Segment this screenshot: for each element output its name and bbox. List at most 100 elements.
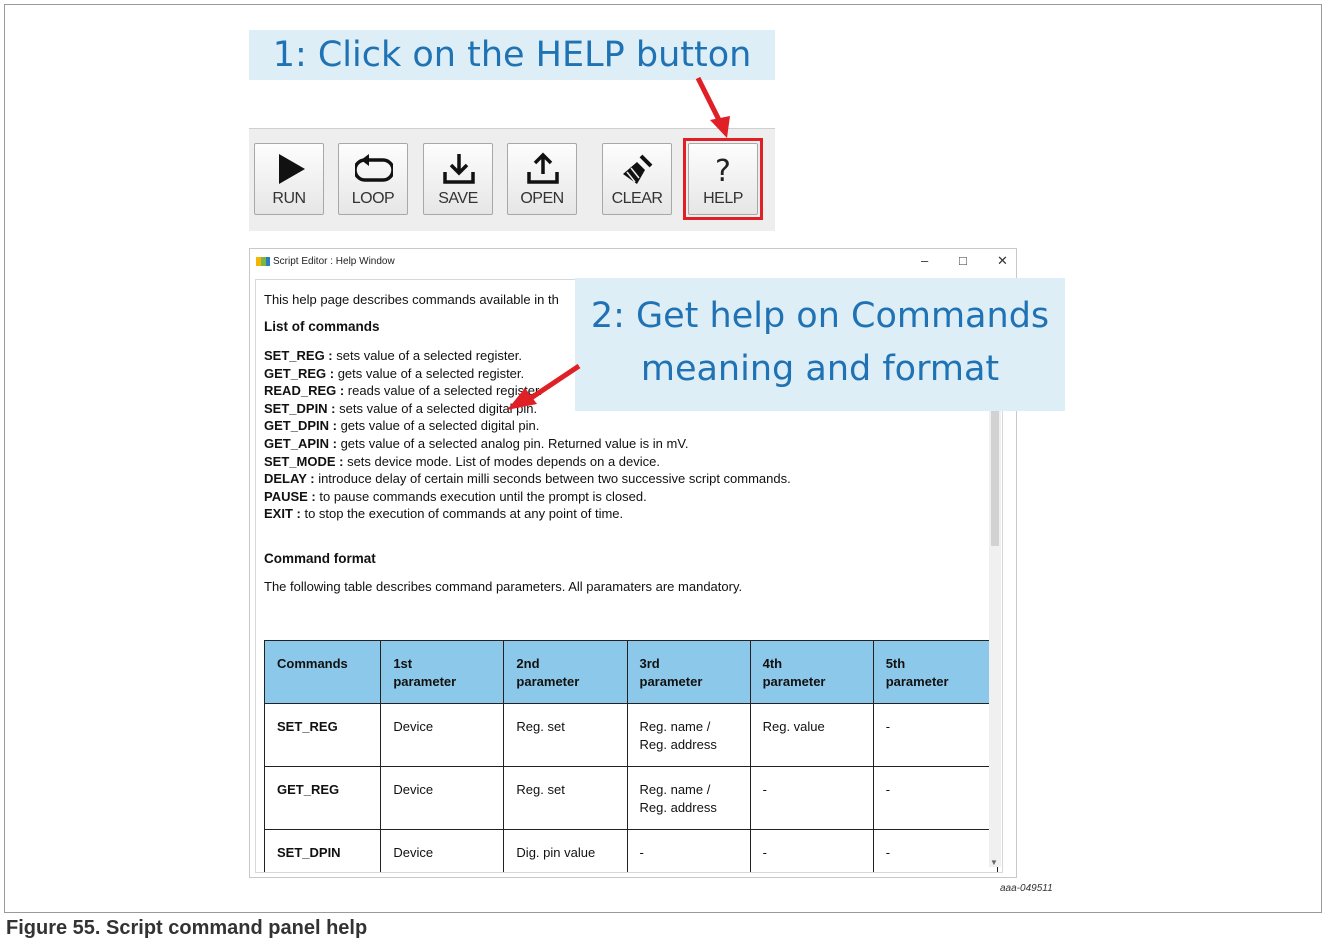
run-button[interactable]: RUN bbox=[254, 143, 324, 215]
cell-line-1: - bbox=[885, 782, 891, 797]
command-description: sets device mode. List of modes depends … bbox=[343, 453, 660, 469]
loop-icon bbox=[355, 154, 393, 182]
table-header-cell: 5th parameter bbox=[872, 640, 999, 704]
upload-icon bbox=[527, 152, 559, 184]
header-line-1: 2nd bbox=[516, 656, 540, 671]
callout-step-1: 1: Click on the HELP button bbox=[249, 30, 775, 80]
cell-line-1: Reg. set bbox=[516, 719, 565, 734]
table-cell: - bbox=[872, 766, 999, 830]
table-row: GET_REG Device Reg. set Reg. name / Reg. add… bbox=[263, 766, 999, 830]
cell-line-1: - bbox=[639, 845, 644, 860]
cell-line-2: Reg. address bbox=[639, 800, 717, 815]
header-line-1: 1st bbox=[393, 656, 413, 671]
cell-line-1: - bbox=[762, 845, 767, 860]
cell-line-2: Reg. address bbox=[639, 737, 717, 752]
command-description: gets value of a selected analog pin. Ret… bbox=[336, 435, 689, 451]
figure-caption: Figure 55. Script command panel help bbox=[6, 917, 368, 939]
header-line-1: 4th bbox=[762, 656, 783, 671]
cell-line-1: Reg. set bbox=[516, 782, 565, 797]
open-button[interactable]: OPEN bbox=[507, 143, 577, 215]
cell-line-1: Reg. name / bbox=[639, 782, 711, 797]
cell-line-1: Device bbox=[393, 719, 434, 734]
callout-step-2: 2: Get help on Commands meaning and form… bbox=[575, 278, 1065, 411]
table-cell: - bbox=[626, 829, 751, 872]
list-of-commands-heading: List of commands bbox=[264, 319, 380, 334]
table-cell: - bbox=[872, 829, 999, 872]
callout-step-2-line-1: 2: Get help on Commands bbox=[590, 296, 1050, 336]
table-header-cell: Commands bbox=[263, 640, 382, 704]
table-cell: Reg. name / Reg. address bbox=[626, 703, 751, 767]
clear-button[interactable]: CLEAR bbox=[602, 143, 672, 215]
scroll-down-arrow-icon[interactable]: ▼ bbox=[990, 858, 998, 867]
save-button[interactable]: SAVE bbox=[423, 143, 493, 215]
table-cell: Device bbox=[380, 766, 505, 830]
command-name: SET_REG : bbox=[264, 348, 333, 363]
save-label: SAVE bbox=[438, 190, 478, 207]
open-label: OPEN bbox=[520, 190, 564, 207]
command-description: to stop the execution of commands at any… bbox=[300, 506, 624, 522]
table-cell: - bbox=[749, 829, 874, 872]
cell-line-1: Device bbox=[393, 782, 434, 797]
header-line-1: Commands bbox=[277, 656, 348, 671]
cell-line-1: - bbox=[885, 845, 891, 860]
header-line-1: 3rd bbox=[639, 656, 660, 671]
table-header-cell: 2nd parameter bbox=[503, 640, 628, 704]
cell-line-1: SET_DPIN bbox=[277, 845, 341, 860]
table-header-cell: 3rd parameter bbox=[626, 640, 751, 704]
command-name: GET_REG : bbox=[264, 365, 335, 381]
minimize-button[interactable]: – bbox=[921, 253, 928, 268]
table-row: SET_DPIN Device Dig. pin value - - - bbox=[263, 829, 999, 872]
help-highlight-box bbox=[683, 138, 763, 220]
table-header-cell: 4th parameter bbox=[749, 640, 874, 704]
command-list-item: SET_MODE : sets device mode. List of mod… bbox=[264, 453, 791, 471]
window-title: Script Editor : Help Window bbox=[273, 256, 395, 267]
clear-label: CLEAR bbox=[611, 190, 663, 207]
table-cell: - bbox=[749, 766, 874, 830]
table-cell: - bbox=[872, 703, 999, 767]
command-description: sets value of a selected register. bbox=[332, 348, 522, 363]
arrow-to-help-icon bbox=[695, 76, 730, 138]
table-cell: Device bbox=[380, 703, 505, 767]
loop-button[interactable]: LOOP bbox=[338, 143, 408, 215]
cell-line-1: Dig. pin value bbox=[516, 845, 596, 860]
command-parameter-table: Commands 1st parameter 2nd parameter 3rd param… bbox=[263, 640, 999, 872]
callout-step-2-line-2: meaning and format bbox=[640, 349, 1000, 389]
loop-label: LOOP bbox=[351, 190, 395, 207]
command-list-item: GET_APIN : gets value of a selected anal… bbox=[264, 435, 791, 453]
maximize-button[interactable]: □ bbox=[959, 253, 967, 268]
cell-line-1: GET_REG bbox=[277, 782, 340, 797]
cell-line-1: Reg. name / bbox=[639, 719, 711, 734]
header-line-2: parameter bbox=[516, 674, 580, 689]
command-name: GET_DPIN : bbox=[264, 418, 337, 434]
command-list-item: EXIT : to stop the execution of commands… bbox=[264, 505, 791, 523]
arrow-to-commands-icon bbox=[507, 363, 581, 410]
table-cell: Reg. name / Reg. address bbox=[626, 766, 751, 830]
command-name: GET_APIN : bbox=[264, 435, 337, 451]
command-description: gets value of a selected register. bbox=[334, 365, 525, 381]
command-list-item: DELAY : introduce delay of certain milli… bbox=[264, 470, 791, 488]
play-icon bbox=[279, 154, 305, 184]
help-intro: This help page describes commands availa… bbox=[264, 292, 559, 307]
command-list-item: PAUSE : to pause commands execution unti… bbox=[264, 488, 791, 506]
command-name: SET_DPIN : bbox=[264, 400, 336, 416]
close-button[interactable]: ✕ bbox=[997, 253, 1008, 269]
header-line-2: parameter bbox=[393, 674, 457, 689]
download-icon bbox=[443, 154, 475, 184]
command-format-description: The following table describes command pa… bbox=[264, 579, 743, 594]
table-cell: Reg. set bbox=[503, 703, 628, 767]
command-name: EXIT : bbox=[264, 506, 301, 522]
cell-line-1: - bbox=[762, 782, 767, 797]
command-format-heading: Command format bbox=[264, 551, 376, 566]
app-logo-icon bbox=[256, 257, 270, 266]
command-description: gets value of a selected digital pin. bbox=[336, 418, 540, 434]
broom-icon bbox=[623, 154, 653, 184]
header-line-2: parameter bbox=[762, 674, 826, 689]
header-line-2: parameter bbox=[885, 674, 949, 689]
window-titlebar: Script Editor : Help Window – □ ✕ bbox=[250, 249, 1016, 277]
table-cell: Dig. pin value bbox=[503, 829, 628, 872]
command-description: to pause commands execution until the pr… bbox=[315, 488, 647, 504]
run-label: RUN bbox=[272, 190, 306, 207]
header-line-2: parameter bbox=[639, 674, 703, 689]
table-cell: SET_REG bbox=[263, 703, 382, 767]
table-header-cell: 1st parameter bbox=[380, 640, 505, 704]
